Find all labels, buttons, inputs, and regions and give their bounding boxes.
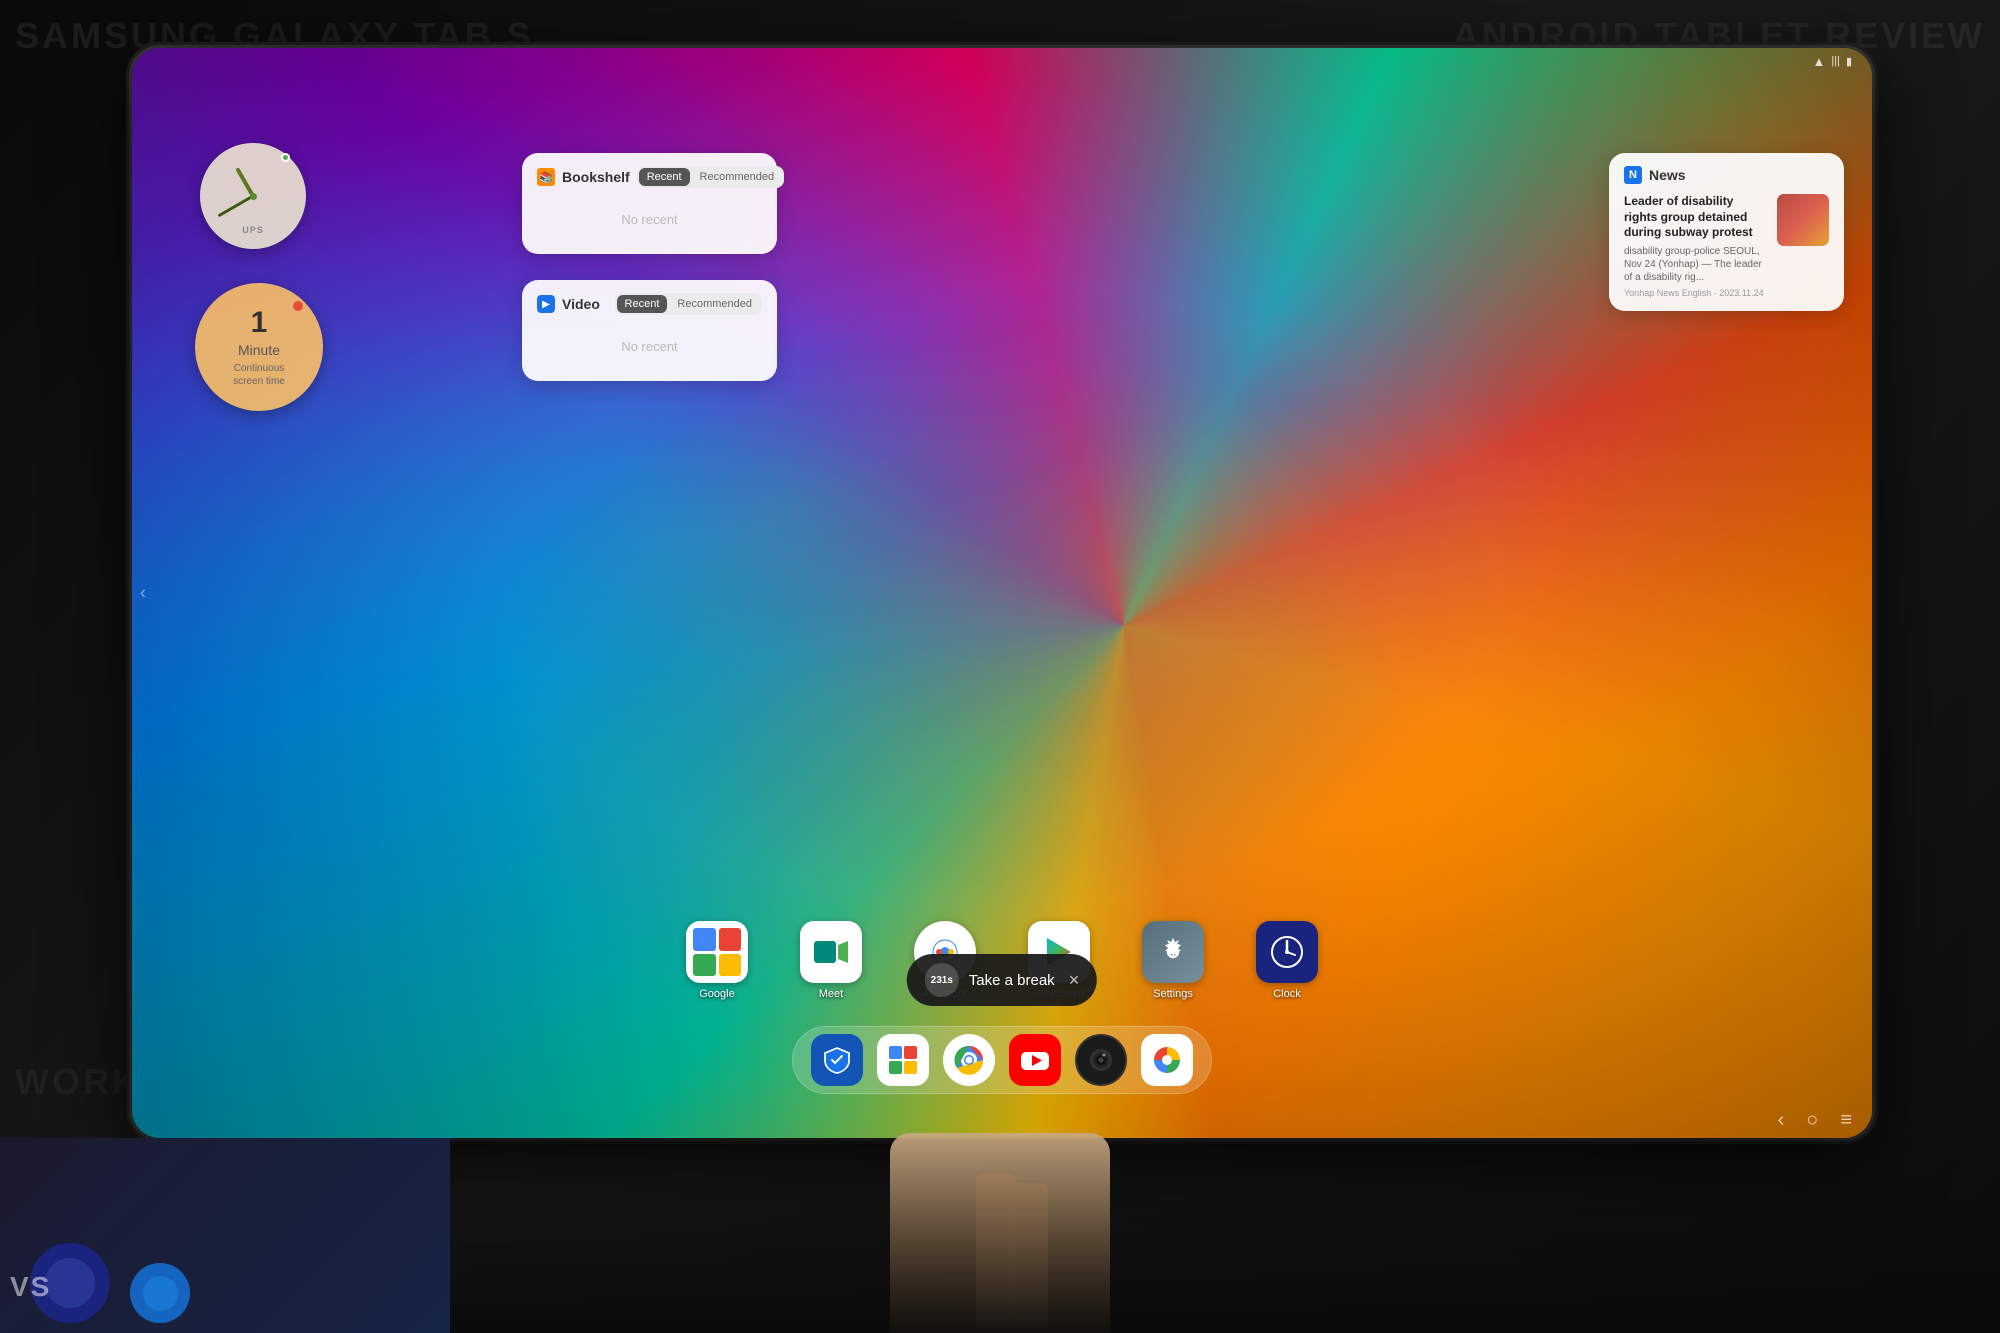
clock-minute-hand	[218, 195, 254, 218]
take-break-timer-badge: 231s	[925, 963, 959, 997]
take-break-timer: 231s	[931, 975, 953, 986]
app-google-label: Google	[699, 988, 734, 1000]
news-article-title: Leader of disability rights group detain…	[1624, 194, 1767, 241]
bookshelf-icon: 📚	[537, 168, 555, 186]
video-tab-recommended[interactable]: Recommended	[669, 295, 760, 313]
tablet-device: ▲ ||| ▮ ‹ UPS 1 Minute Continuousscreen …	[132, 48, 1872, 1138]
battery-icon: ▮	[1846, 55, 1852, 68]
news-header: N News	[1624, 166, 1829, 184]
video-tab-recent[interactable]: Recent	[617, 295, 668, 313]
app-settings-label: Settings	[1153, 988, 1193, 1000]
bookshelf-tab-recent[interactable]: Recent	[639, 168, 690, 186]
video-title: Video	[562, 296, 608, 312]
widget-news: N News Leader of disability rights group…	[1609, 153, 1844, 311]
dock-icon-camera[interactable]	[1075, 1034, 1127, 1086]
dock-icon-photos-alt[interactable]	[877, 1034, 929, 1086]
bookshelf-tab-recommended[interactable]: Recommended	[692, 168, 783, 186]
clock-indicator	[281, 153, 290, 162]
bookshelf-header: 📚 Bookshelf Recent Recommended	[537, 166, 762, 188]
take-break-notification: 231s Take a break ×	[907, 954, 1097, 1006]
dock-icon-samsung-security[interactable]	[811, 1034, 863, 1086]
widget-video: ▶ Video Recent Recommended No recent	[522, 280, 777, 381]
news-icon: N	[1624, 166, 1642, 184]
news-thumbnail	[1777, 194, 1829, 246]
dock-icon-chrome[interactable]	[943, 1034, 995, 1086]
news-article[interactable]: Leader of disability rights group detain…	[1624, 194, 1829, 298]
video-tabs: Recent Recommended	[615, 293, 762, 315]
dock-icon-youtube[interactable]	[1009, 1034, 1061, 1086]
widget-screentime[interactable]: 1 Minute Continuousscreen time	[195, 283, 323, 411]
app-settings-icon	[1142, 921, 1204, 983]
nav-home-btn[interactable]: ○	[1806, 1109, 1818, 1132]
wifi-icon: ▲	[1812, 54, 1825, 69]
bookshelf-title: Bookshelf	[562, 169, 630, 185]
video-icon: ▶	[537, 295, 555, 313]
hand-area	[860, 1123, 1140, 1333]
clock-center	[250, 193, 257, 200]
screentime-indicator	[293, 301, 303, 311]
dock-icon-google-photos[interactable]	[1141, 1034, 1193, 1086]
app-settings[interactable]: Settings	[1142, 921, 1204, 1000]
app-meet-label: Meet	[819, 988, 843, 1000]
nav-recents-btn[interactable]: ≡	[1840, 1109, 1852, 1132]
screentime-label: Continuousscreen time	[233, 362, 285, 388]
news-text-content: Leader of disability rights group detain…	[1624, 194, 1767, 298]
video-header: ▶ Video Recent Recommended	[537, 293, 762, 315]
status-bar: ▲ ||| ▮	[132, 48, 1872, 74]
nav-bar: ‹ ○ ≡	[1778, 1109, 1852, 1132]
bottom-left-scene: VS	[0, 1138, 450, 1333]
news-article-desc: disability group-police SEOUL, Nov 24 (Y…	[1624, 245, 1767, 284]
app-clock[interactable]: Clock	[1256, 921, 1318, 1000]
widget-bookshelf: 📚 Bookshelf Recent Recommended No recent	[522, 153, 777, 254]
app-meet-icon	[800, 921, 862, 983]
video-empty: No recent	[537, 325, 762, 368]
app-clock-label: Clock	[1273, 988, 1301, 1000]
news-article-source: Yonhap News English · 2023.11.24	[1624, 288, 1767, 298]
news-title: News	[1649, 167, 1686, 183]
clock-label: UPS	[242, 225, 264, 235]
screentime-unit: Minute	[238, 342, 280, 358]
dock	[792, 1026, 1212, 1094]
app-google[interactable]: Google	[686, 921, 748, 1000]
bookshelf-empty: No recent	[537, 198, 762, 241]
screentime-number: 1	[251, 306, 268, 340]
signal-icon: |||	[1831, 55, 1840, 67]
side-arrow[interactable]: ‹	[140, 583, 146, 604]
nav-back-btn[interactable]: ‹	[1778, 1109, 1785, 1132]
take-break-text: Take a break	[969, 972, 1055, 989]
take-break-close-btn[interactable]: ×	[1069, 970, 1080, 991]
app-clock-icon	[1256, 921, 1318, 983]
widget-clock[interactable]: UPS	[200, 143, 306, 249]
app-google-icon	[686, 921, 748, 983]
bookshelf-tabs: Recent Recommended	[637, 166, 784, 188]
app-meet[interactable]: Meet	[800, 921, 862, 1000]
